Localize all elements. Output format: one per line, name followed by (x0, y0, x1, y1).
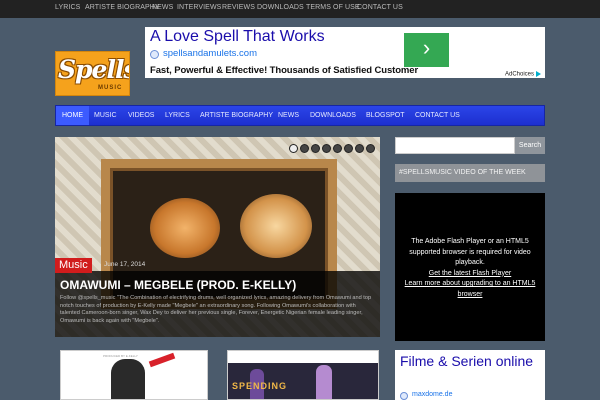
logo-word: Spells (58, 55, 130, 84)
thumbnail-streak (148, 352, 176, 368)
top-link-contact-us[interactable]: CONTACT US (357, 4, 403, 11)
thumbnail-figure-right (316, 365, 332, 399)
slider-dot-2[interactable] (300, 144, 309, 153)
slide-title[interactable]: OMAWUMI – MEGBELE (PROD. E-KELLY) (60, 278, 296, 292)
slider-dot-1[interactable] (289, 144, 298, 153)
ad-go-arrow-icon[interactable]: › (404, 33, 449, 67)
top-link-reviews[interactable]: REVIEWS (222, 4, 255, 11)
video-widget-title: #SPELLSMUSIC VIDEO OF THE WEEK (395, 164, 545, 182)
thumbnail-header (228, 351, 378, 363)
nav-home[interactable]: HOME (56, 106, 89, 125)
slide-date: June 17, 2014 (104, 261, 146, 268)
nav-music[interactable]: MUSIC (94, 106, 117, 125)
flash-message-block: The Adobe Flash Player or an HTML5 suppo… (401, 237, 539, 300)
flash-player-link[interactable]: Get the latest Flash Player (429, 270, 511, 277)
slider-dot-5[interactable] (333, 144, 342, 153)
thumbnail-figure (111, 359, 145, 399)
ad-description: Fast, Powerful & Effective! Thousands of… (150, 65, 419, 76)
nav-lyrics[interactable]: LYRICS (165, 106, 190, 125)
sidebar-ad-url[interactable]: maxdome.de (412, 391, 452, 398)
nav-news[interactable]: NEWS (278, 106, 299, 125)
html5-upgrade-link[interactable]: Learn more about upgrading to an HTML5 b… (405, 280, 536, 298)
slide-image-bowl-right (240, 194, 312, 258)
globe-icon (400, 392, 408, 400)
logo-sub: MUSIC (98, 85, 123, 91)
slide-excerpt: Follow @spells_music "The Combination of… (60, 295, 372, 324)
post-thumbnail-1[interactable]: PRODUCED BY E-KELLY (60, 350, 208, 400)
nav-artiste-biography[interactable]: ARTISTE BIOGRAPHY (200, 106, 273, 125)
video-player[interactable]: The Adobe Flash Player or an HTML5 suppo… (395, 193, 545, 341)
adchoices-icon (536, 71, 541, 78)
top-link-interviews[interactable]: INTERVIEWS (177, 4, 221, 11)
search-button[interactable]: Search (515, 137, 545, 154)
featured-slider[interactable]: Music June 17, 2014 OMAWUMI – MEGBELE (P… (55, 137, 380, 337)
ad-headline[interactable]: A Love Spell That Works (150, 28, 325, 46)
slider-dot-6[interactable] (344, 144, 353, 153)
nav-blogspot[interactable]: BLOGSPOT (366, 106, 405, 125)
post-thumbnail-2[interactable]: SPENDING (227, 350, 379, 400)
top-bar: LYRICS ARTISTE BIOGRAPHY NEWS INTERVIEWS… (0, 0, 600, 18)
nav-videos[interactable]: VIDEOS (128, 106, 154, 125)
thumbnail-word: SPENDING (232, 381, 288, 391)
sidebar-ad-headline[interactable]: Filme & Serien online (400, 353, 540, 369)
ad-choices-label: AdChoices (504, 72, 534, 78)
top-link-downloads[interactable]: DOWNLOADS (257, 4, 304, 11)
sidebar-ad[interactable]: Filme & Serien online maxdome.de (395, 350, 545, 400)
slide-image-bowl-left (150, 198, 220, 258)
slider-dot-4[interactable] (322, 144, 331, 153)
thumbnail-caption: PRODUCED BY E-KELLY (103, 354, 138, 358)
globe-icon (150, 50, 159, 59)
nav-downloads[interactable]: DOWNLOADS (310, 106, 356, 125)
ad-choices[interactable]: AdChoices (505, 71, 541, 78)
slider-dot-8[interactable] (366, 144, 375, 153)
slider-dot-7[interactable] (355, 144, 364, 153)
top-link-lyrics[interactable]: LYRICS (55, 4, 80, 11)
slider-dot-3[interactable] (311, 144, 320, 153)
top-link-news[interactable]: NEWS (152, 4, 173, 11)
top-link-terms-of-use[interactable]: TERMS OF USE (306, 4, 360, 11)
site-logo[interactable]: Spells MUSIC (55, 51, 130, 96)
flash-message: The Adobe Flash Player or an HTML5 suppo… (409, 238, 531, 266)
top-ad-banner[interactable]: A Love Spell That Works spellsandamulets… (145, 27, 545, 78)
main-nav: HOME MUSIC VIDEOS LYRICS ARTISTE BIOGRAP… (55, 105, 545, 126)
ad-url[interactable]: spellsandamulets.com (163, 48, 257, 59)
slide-category-badge[interactable]: Music (55, 258, 92, 273)
search-input[interactable] (395, 137, 515, 154)
nav-contact-us[interactable]: CONTACT US (415, 106, 460, 125)
top-link-artiste-biography[interactable]: ARTISTE BIOGRAPHY (85, 4, 160, 11)
